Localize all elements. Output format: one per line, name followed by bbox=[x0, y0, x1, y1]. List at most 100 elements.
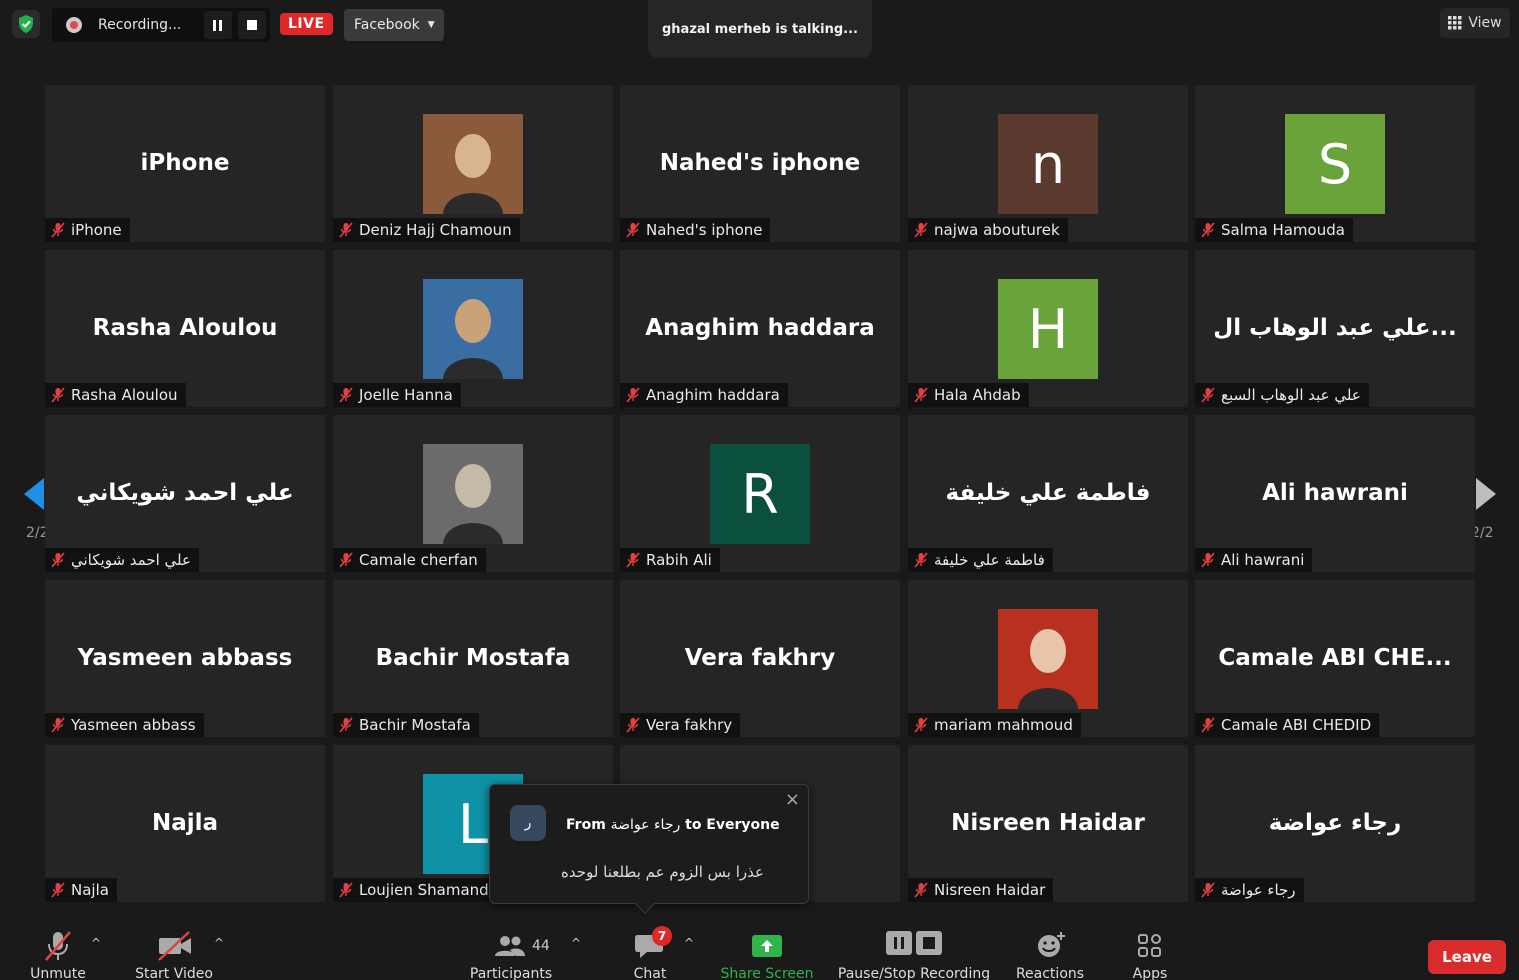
unmute-label: Unmute bbox=[30, 966, 86, 980]
next-page-arrow-icon[interactable] bbox=[1474, 476, 1498, 516]
video-options-caret[interactable]: ^ bbox=[214, 936, 224, 950]
participant-name-tag: Rasha Aloulou bbox=[45, 383, 186, 407]
muted-mic-icon bbox=[1201, 552, 1215, 568]
participant-name: Rabih Ali bbox=[646, 551, 712, 569]
participant-name: Vera fakhry bbox=[646, 716, 733, 734]
chat-from-prefix: From bbox=[566, 817, 606, 833]
participant-display-name: علي احمد شويكاني bbox=[76, 480, 294, 506]
stream-target-dropdown[interactable]: Facebook ▼ bbox=[344, 9, 444, 41]
chat-options-caret[interactable]: ^ bbox=[684, 936, 694, 950]
muted-mic-icon bbox=[51, 717, 65, 733]
live-badge[interactable]: LIVE bbox=[280, 13, 333, 35]
participant-photo bbox=[423, 444, 523, 544]
participant-tile[interactable]: R Rabih Ali bbox=[620, 415, 900, 572]
chat-sender-avatar: ر bbox=[510, 805, 546, 841]
participant-tile[interactable]: mariam mahmoud bbox=[908, 580, 1188, 737]
participant-tile[interactable]: Camale ABI CHE... Camale ABI CHEDID bbox=[1195, 580, 1475, 737]
leave-button[interactable]: Leave bbox=[1428, 940, 1506, 974]
participants-options-caret[interactable]: ^ bbox=[571, 936, 581, 950]
participant-tile[interactable]: Nahed's iphone Nahed's iphone bbox=[620, 85, 900, 242]
participant-display-name: Najla bbox=[151, 810, 219, 836]
unmute-button[interactable] bbox=[40, 928, 76, 964]
participant-name-tag: Joelle Hanna bbox=[333, 383, 461, 407]
participant-tile[interactable]: Vera fakhry Vera fakhry bbox=[620, 580, 900, 737]
muted-mic-icon bbox=[914, 387, 928, 403]
participant-tile[interactable]: Anaghim haddara Anaghim haddara bbox=[620, 250, 900, 407]
participant-photo bbox=[423, 114, 523, 214]
share-screen-button[interactable] bbox=[751, 934, 783, 960]
chat-message-text: عذرا بس الزوم عم بطلعنا لوحده bbox=[561, 863, 764, 881]
participant-display-name: Vera fakhry bbox=[684, 645, 836, 671]
popup-tail bbox=[635, 894, 655, 914]
participant-display-name: فاطمة علي خليفة bbox=[945, 480, 1151, 506]
chat-notification-popup[interactable]: ر From رجاء عواضة to Everyone عذرا بس ال… bbox=[489, 784, 809, 914]
recording-dot-icon bbox=[66, 17, 82, 33]
participant-tile[interactable]: Ali hawrani Ali hawrani bbox=[1195, 415, 1475, 572]
participant-tile[interactable]: Najla Najla bbox=[45, 745, 325, 902]
participant-tile[interactable]: H Hala Ahdab bbox=[908, 250, 1188, 407]
participant-name: najwa abouturek bbox=[934, 221, 1060, 239]
participant-tile[interactable]: فاطمة علي خليفة فاطمة علي خليفة bbox=[908, 415, 1188, 572]
stop-icon bbox=[916, 931, 942, 955]
participant-tile[interactable]: Joelle Hanna bbox=[333, 250, 613, 407]
view-label: View bbox=[1468, 15, 1502, 31]
pause-stop-recording-label: Pause/Stop Recording bbox=[837, 966, 991, 980]
participant-tile[interactable]: iPhone iPhone bbox=[45, 85, 325, 242]
muted-mic-icon bbox=[626, 387, 640, 403]
muted-mic-icon bbox=[45, 931, 71, 961]
participant-tile[interactable]: Deniz Hajj Chamoun bbox=[333, 85, 613, 242]
participant-tile[interactable]: علي احمد شويكاني علي احمد شويكاني bbox=[45, 415, 325, 572]
prev-page-arrow-icon[interactable] bbox=[22, 476, 46, 516]
participant-tile[interactable]: علي عبد الوهاب ال... علي عبد الوهاب السبع bbox=[1195, 250, 1475, 407]
close-icon[interactable]: × bbox=[785, 789, 800, 810]
reactions-button[interactable] bbox=[1036, 930, 1066, 960]
participant-name-tag: Vera fakhry bbox=[620, 713, 741, 737]
participant-display-name: Nahed's iphone bbox=[659, 150, 861, 176]
participant-tile[interactable]: Yasmeen abbass Yasmeen abbass bbox=[45, 580, 325, 737]
security-shield-icon[interactable] bbox=[12, 10, 40, 38]
participant-tile[interactable]: Rasha Aloulou Rasha Aloulou bbox=[45, 250, 325, 407]
muted-mic-icon bbox=[626, 552, 640, 568]
participant-tile[interactable]: Bachir Mostafa Bachir Mostafa bbox=[333, 580, 613, 737]
muted-mic-icon bbox=[914, 882, 928, 898]
participant-tile[interactable]: Camale cherfan bbox=[333, 415, 613, 572]
participant-tile[interactable]: Nisreen Haidar Nisreen Haidar bbox=[908, 745, 1188, 902]
participant-display-name: علي عبد الوهاب ال... bbox=[1213, 315, 1457, 341]
participant-name: Bachir Mostafa bbox=[359, 716, 471, 734]
participant-name: فاطمة علي خليفة bbox=[934, 551, 1045, 569]
chat-recipient: to Everyone bbox=[685, 817, 780, 833]
chat-from-line: From رجاء عواضة to Everyone bbox=[566, 817, 780, 833]
participant-name-tag: Deniz Hajj Chamoun bbox=[333, 218, 520, 242]
participant-name: Yasmeen abbass bbox=[71, 716, 196, 734]
start-video-label: Start Video bbox=[135, 966, 213, 980]
participant-avatar: S bbox=[1285, 114, 1385, 214]
participant-name: iPhone bbox=[71, 221, 122, 239]
participants-button[interactable]: 44 bbox=[494, 932, 554, 960]
apps-label: Apps bbox=[1132, 966, 1168, 980]
participant-tile[interactable]: n najwa abouturek bbox=[908, 85, 1188, 242]
view-button[interactable]: View bbox=[1440, 8, 1510, 38]
audio-options-caret[interactable]: ^ bbox=[91, 936, 101, 950]
participant-name: Camale ABI CHEDID bbox=[1221, 716, 1372, 734]
participant-display-name: iPhone bbox=[140, 150, 230, 176]
participant-name: Nisreen Haidar bbox=[934, 881, 1046, 899]
participant-tile[interactable]: S Salma Hamouda bbox=[1195, 85, 1475, 242]
participant-name-tag: mariam mahmoud bbox=[908, 713, 1081, 737]
apps-button[interactable] bbox=[1136, 932, 1164, 960]
muted-mic-icon bbox=[339, 222, 353, 238]
muted-mic-icon bbox=[51, 882, 65, 898]
participants-label: Participants bbox=[469, 966, 553, 980]
participant-name: Salma Hamouda bbox=[1221, 221, 1345, 239]
participant-name: Rasha Aloulou bbox=[71, 386, 178, 404]
muted-mic-icon bbox=[1201, 222, 1215, 238]
pause-stop-recording-button[interactable] bbox=[885, 930, 945, 958]
stop-recording-button[interactable] bbox=[238, 11, 266, 39]
participant-name-tag: Najla bbox=[45, 878, 117, 902]
pause-recording-button[interactable] bbox=[204, 11, 232, 39]
participant-name: Hala Ahdab bbox=[934, 386, 1021, 404]
participant-name: Joelle Hanna bbox=[359, 386, 453, 404]
participant-name: Ali hawrani bbox=[1221, 551, 1305, 569]
participant-tile[interactable]: رجاء عواضة رجاء عواضة bbox=[1195, 745, 1475, 902]
participant-display-name: Nisreen Haidar bbox=[951, 810, 1145, 836]
start-video-button[interactable] bbox=[156, 930, 194, 962]
